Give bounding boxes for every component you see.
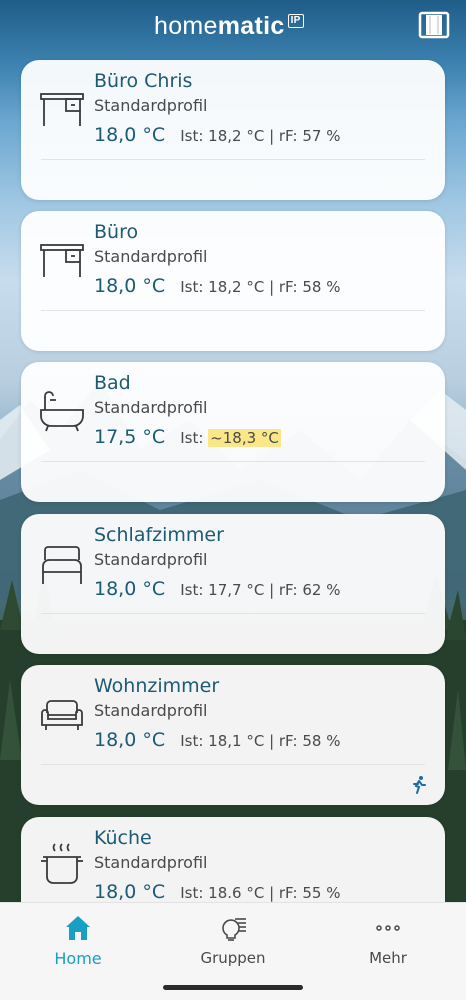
room-profile: Standardprofil — [94, 398, 208, 417]
measured-values: Ist: 18.6 °C | rF: 55 % — [180, 884, 341, 902]
setpoint-temperature: 18,0 °C — [94, 729, 166, 751]
lightbulb-list-icon — [222, 918, 246, 941]
home-icon — [66, 916, 90, 940]
room-values: 18,0 °C Ist: 17,7 °C | rF: 62 % — [94, 578, 340, 600]
more-dots-icon — [376, 925, 400, 931]
room-card-schlafzimmer[interactable]: Schlafzimmer Standardprofil 18,0 °C Ist:… — [21, 514, 445, 654]
tab-label: Gruppen — [200, 949, 266, 967]
room-values: 18,0 °C Ist: 18,2 °C | rF: 58 % — [94, 275, 340, 297]
card-divider — [41, 764, 425, 765]
door-panel-icon[interactable] — [418, 10, 450, 40]
measured-values: Ist: ~18,3 °C — [180, 429, 281, 447]
desk-icon — [40, 93, 84, 126]
measured-values: Ist: 18,1 °C | rF: 58 % — [180, 732, 341, 750]
setpoint-temperature: 17,5 °C — [94, 426, 166, 448]
card-divider — [41, 159, 425, 160]
cooking-pot-icon — [41, 843, 83, 884]
card-divider — [41, 461, 425, 462]
tab-mehr[interactable]: Mehr — [333, 913, 443, 967]
room-profile: Standardprofil — [94, 701, 208, 720]
running-person-icon — [413, 776, 426, 794]
highlighted-temperature: ~18,3 °C — [208, 429, 281, 447]
room-card-buero[interactable]: Büro Standardprofil 18,0 °C Ist: 18,2 °C… — [21, 211, 445, 351]
room-card-buero-chris[interactable]: Büro Chris Standardprofil 18,0 °C Ist: 1… — [21, 60, 445, 200]
room-values: 18,0 °C Ist: 18.6 °C | rF: 55 % — [94, 881, 340, 903]
measured-values: Ist: 18,2 °C | rF: 57 % — [180, 127, 341, 145]
room-profile: Standardprofil — [94, 550, 208, 569]
room-profile: Standardprofil — [94, 247, 208, 266]
sofa-icon — [41, 700, 83, 730]
setpoint-temperature: 18,0 °C — [94, 881, 166, 903]
room-name: Büro — [94, 221, 139, 243]
bed-icon — [42, 546, 82, 584]
measured-values: Ist: 17,7 °C | rF: 62 % — [180, 581, 341, 599]
homematic-logo: homematic IP — [154, 12, 304, 41]
card-divider — [41, 310, 425, 311]
setpoint-temperature: 18,0 °C — [94, 124, 166, 146]
card-divider — [41, 613, 425, 614]
room-profile: Standardprofil — [94, 96, 208, 115]
room-card-bad[interactable]: Bad Standardprofil 17,5 °C Ist: ~18,3 °C — [21, 362, 445, 502]
room-name: Küche — [94, 827, 152, 849]
room-name: Büro Chris — [94, 70, 193, 92]
room-values: 18,0 °C Ist: 18,1 °C | rF: 58 % — [94, 729, 340, 751]
tab-gruppen[interactable]: Gruppen — [178, 913, 288, 967]
app-header: homematic IP — [0, 0, 466, 50]
room-name: Bad — [94, 372, 131, 394]
tab-label: Mehr — [369, 949, 407, 967]
room-name: Schlafzimmer — [94, 524, 224, 546]
room-values: 18,0 °C Ist: 18,2 °C | rF: 57 % — [94, 124, 340, 146]
home-indicator[interactable] — [163, 985, 303, 990]
room-name: Wohnzimmer — [94, 675, 220, 697]
setpoint-temperature: 18,0 °C — [94, 578, 166, 600]
desk-icon — [40, 244, 84, 277]
tab-home[interactable]: Home — [23, 913, 133, 968]
room-profile: Standardprofil — [94, 853, 208, 872]
bathtub-icon — [40, 391, 84, 432]
room-values: 17,5 °C Ist: ~18,3 °C — [94, 426, 281, 448]
measured-values: Ist: 18,2 °C | rF: 58 % — [180, 278, 341, 296]
room-card-wohnzimmer[interactable]: Wohnzimmer Standardprofil 18,0 °C Ist: 1… — [21, 665, 445, 805]
setpoint-temperature: 18,0 °C — [94, 275, 166, 297]
tab-label: Home — [54, 949, 102, 968]
